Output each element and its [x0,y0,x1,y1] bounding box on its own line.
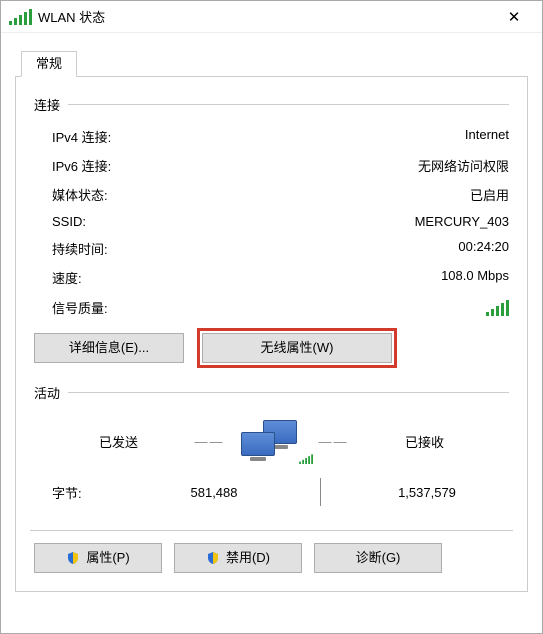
ipv4-value: Internet [465,127,509,146]
section-connection: 连接 [34,95,509,114]
properties-button-label: 属性(P) [86,544,129,572]
bytes-label: 字节: [52,483,132,502]
close-button[interactable]: ✕ [494,8,534,26]
disable-button[interactable]: 禁用(D) [174,543,302,573]
dash-icon: —— [195,434,225,449]
diagnose-button[interactable]: 诊断(G) [314,543,442,573]
ipv6-value: 无网络访问权限 [418,156,509,175]
wlan-icon [9,9,32,25]
ipv6-label: IPv6 连接: [52,156,111,175]
duration-value: 00:24:20 [458,239,509,258]
row-ssid: SSID: MERCURY_403 [34,209,509,234]
computers-icon [241,420,303,462]
tab-strip: 常规 [15,51,528,77]
section-connection-label: 连接 [34,95,60,114]
tab-general[interactable]: 常规 [21,51,77,77]
bottom-buttons: 属性(P) 禁用(D) 诊断(G) [34,543,509,573]
diagnose-button-label: 诊断(G) [356,544,401,572]
shield-icon [206,551,220,565]
shield-icon [66,551,80,565]
sent-label: 已发送 [59,432,179,451]
client-area: 常规 连接 IPv4 连接: Internet IPv6 连接: 无网络访问权限… [1,51,542,606]
row-media: 媒体状态: 已启用 [34,180,509,209]
ssid-label: SSID: [52,214,86,229]
section-activity: 活动 [34,383,509,402]
titlebar[interactable]: WLAN 状态 ✕ [1,1,542,33]
panel-general: 连接 IPv4 连接: Internet IPv6 连接: 无网络访问权限 媒体… [15,77,528,592]
row-signal: 信号质量: [34,292,509,323]
properties-button[interactable]: 属性(P) [34,543,162,573]
vertical-divider [320,478,321,506]
dash-icon: —— [319,434,349,449]
signal-label: 信号质量: [52,298,486,317]
ssid-value: MERCURY_403 [415,214,509,229]
duration-label: 持续时间: [52,239,108,258]
received-label: 已接收 [365,432,485,451]
section-activity-wrap: 活动 已发送 —— —— 已接收 字节: 581,488 [34,383,509,512]
signal-bars-icon [486,300,509,316]
wlan-status-window: WLAN 状态 ✕ 常规 连接 IPv4 连接: Internet IPv6 连… [0,0,543,634]
row-ipv6: IPv6 连接: 无网络访问权限 [34,151,509,180]
row-speed: 速度: 108.0 Mbps [34,263,509,292]
divider [68,104,509,105]
disable-button-label: 禁用(D) [226,544,270,572]
section-activity-label: 活动 [34,383,60,402]
divider [68,392,509,393]
bytes-sent-value: 581,488 [132,485,296,500]
media-value: 已启用 [470,185,509,204]
divider [30,530,513,531]
activity-graphic: 已发送 —— —— 已接收 [34,410,509,472]
bytes-received-value: 1,537,579 [345,485,509,500]
wireless-properties-button[interactable]: 无线属性(W) [202,333,392,363]
row-duration: 持续时间: 00:24:20 [34,234,509,263]
connection-buttons: 详细信息(E)... 无线属性(W) [34,333,509,363]
speed-value: 108.0 Mbps [441,268,509,287]
window-title: WLAN 状态 [38,7,494,26]
media-label: 媒体状态: [52,185,108,204]
signal-bars-icon [299,454,313,464]
speed-label: 速度: [52,268,82,287]
row-ipv4: IPv4 连接: Internet [34,122,509,151]
details-button[interactable]: 详细信息(E)... [34,333,184,363]
ipv4-label: IPv4 连接: [52,127,111,146]
row-bytes: 字节: 581,488 1,537,579 [34,472,509,512]
